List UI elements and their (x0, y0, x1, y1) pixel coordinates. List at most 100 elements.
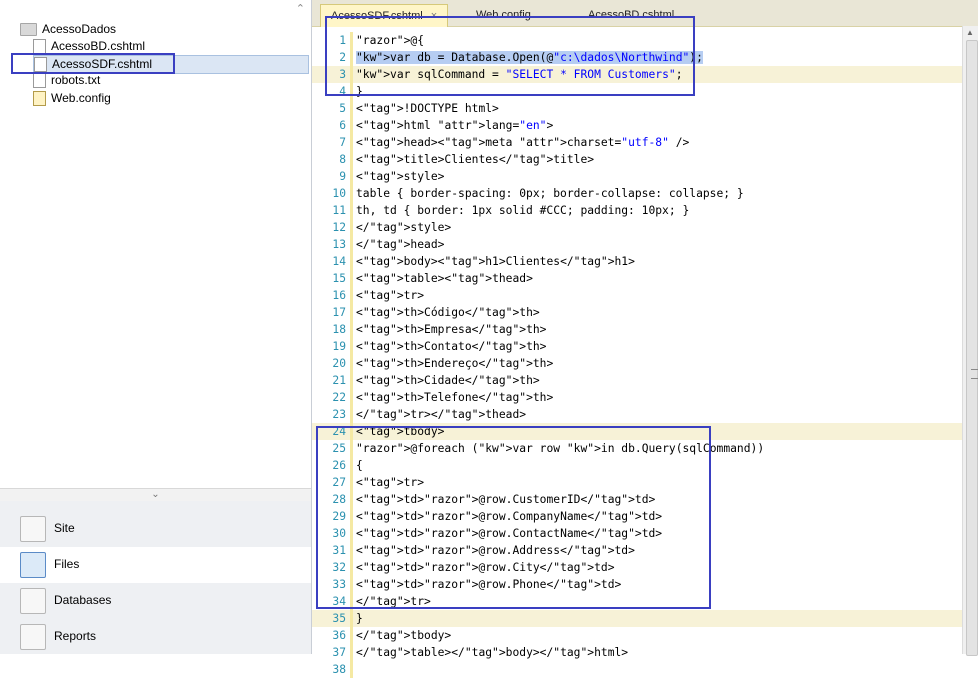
code-text: <"tag">body><"tag">h1>Clientes</"tag">h1… (356, 253, 635, 270)
code-line[interactable]: 36 </"tag">tbody> (312, 627, 962, 644)
change-marker (350, 168, 353, 185)
code-text: } (356, 610, 363, 627)
nav-item-label: Reports (54, 629, 97, 643)
change-marker (350, 644, 353, 661)
change-marker (350, 134, 353, 151)
code-text: <"tag">style> (356, 168, 444, 185)
nav-item-reports[interactable]: Reports (0, 619, 311, 655)
code-text: <"tag">!DOCTYPE html> (356, 100, 499, 117)
code-line[interactable]: 19 <"tag">th>Contato</"tag">th> (312, 338, 962, 355)
change-marker (350, 406, 353, 423)
code-text-content: <"tag">html "attr">lang="en"> (356, 119, 554, 132)
code-text-content: <"tag">th>Empresa</"tag">th> (356, 323, 547, 336)
code-text: <"tag">th>Empresa</"tag">th> (356, 321, 546, 338)
code-line[interactable]: 37 </"tag">table></"tag">body></"tag">htm… (312, 644, 962, 661)
annotation-box-foreach-loop (316, 426, 711, 609)
code-text: table { border-spacing: 0px; border-coll… (356, 185, 744, 202)
pane-splitter[interactable]: ⌄ (0, 488, 311, 502)
code-text: <"tag">table><"tag">thead> (356, 270, 533, 287)
code-line[interactable]: 15 <"tag">table><"tag">thead> (312, 270, 962, 287)
workspace-nav: Site Files Databases Reports (0, 501, 311, 654)
code-text-content: </"tag">tr></"tag">thead> (356, 408, 527, 421)
code-text-content: </"tag">head> (356, 238, 445, 251)
code-text-content: <"tag">style> (356, 170, 445, 183)
code-text: <"tag">th>Endereço</"tag">th> (356, 355, 553, 372)
code-text: <"tag">head><"tag">meta "attr">charset="… (356, 134, 689, 151)
code-line[interactable]: 35} (312, 610, 962, 627)
change-marker (350, 100, 353, 117)
code-line[interactable]: 21 <"tag">th>Cidade</"tag">th> (312, 372, 962, 389)
files-icon (20, 552, 46, 578)
line-number: 16 (332, 289, 346, 302)
file-explorer-pane: ⌃ AcessoDados AcessoBD.cshtml AcessoSDF.… (0, 0, 312, 654)
line-number: 22 (332, 391, 346, 404)
code-text: </"tag">tr></"tag">thead> (356, 406, 526, 423)
file-tree: ⌃ AcessoDados AcessoBD.cshtml AcessoSDF.… (0, 0, 311, 488)
nav-item-databases[interactable]: Databases (0, 583, 311, 619)
code-line[interactable]: 13 </"tag">head> (312, 236, 962, 253)
change-marker (350, 372, 353, 389)
line-number: 36 (332, 629, 346, 642)
tree-folder-acessodados[interactable]: AcessoDados (20, 21, 116, 38)
vertical-scrollbar[interactable]: ▲ (962, 26, 978, 656)
tree-file-robots[interactable]: robots.txt (33, 72, 100, 89)
databases-icon (20, 588, 46, 614)
line-number: 38 (332, 663, 346, 676)
code-line[interactable]: 10 table { border-spacing: 0px; border-co… (312, 185, 962, 202)
code-editor: AcessoSDF.cshtml × Web.config AcessoBD.cs… (312, 0, 978, 678)
line-number: 13 (332, 238, 346, 251)
line-number: 19 (332, 340, 346, 353)
code-line[interactable]: 6 <"tag">html "attr">lang="en"> (312, 117, 962, 134)
code-line[interactable]: 8 <"tag">title>Clientes</"tag">title> (312, 151, 962, 168)
line-number: 35 (332, 612, 346, 625)
code-line[interactable]: 38 (312, 661, 962, 678)
code-line[interactable]: 20 <"tag">th>Endereço</"tag">th> (312, 355, 962, 372)
code-text: </"tag">style> (356, 219, 451, 236)
code-text: <"tag">th>Telefone</"tag">th> (356, 389, 553, 406)
annotation-box-selected-file (11, 53, 175, 74)
code-text-content: <"tag">th>Endereço</"tag">th> (356, 357, 554, 370)
change-marker (350, 185, 353, 202)
change-marker (350, 117, 353, 134)
line-number: 9 (339, 170, 346, 183)
code-line[interactable]: 11 th, td { border: 1px solid #CCC; paddi… (312, 202, 962, 219)
code-text: </"tag">table></"tag">body></"tag">html> (356, 644, 628, 661)
folder-icon (20, 23, 37, 37)
chevron-down-icon: ⌄ (151, 489, 160, 500)
code-line[interactable]: 12 </"tag">style> (312, 219, 962, 236)
change-marker (350, 270, 353, 287)
code-line[interactable]: 22 <"tag">th>Telefone</"tag">th> (312, 389, 962, 406)
scroll-up-icon[interactable]: ▲ (966, 28, 974, 37)
scrollbar-thumb[interactable] (966, 40, 978, 656)
code-line[interactable]: 14 <"tag">body><"tag">h1>Clientes</"tag">… (312, 253, 962, 270)
line-number: 5 (339, 102, 346, 115)
code-text: <"tag">th>Contato</"tag">th> (356, 338, 546, 355)
line-number: 8 (339, 153, 346, 166)
nav-item-site[interactable]: Site (0, 511, 311, 547)
file-icon (33, 73, 46, 89)
tree-file-webconfig[interactable]: Web.config (33, 90, 111, 107)
tree-file-label: Web.config (51, 91, 111, 105)
code-text-content: <"tag">th>Telefone</"tag">th> (356, 391, 554, 404)
tree-folder-label: AcessoDados (42, 22, 117, 36)
code-text-content: } (356, 612, 363, 625)
config-file-icon (33, 91, 46, 107)
code-text: <"tag">html "attr">lang="en"> (356, 117, 553, 134)
code-line[interactable]: 23 </"tag">tr></"tag">thead> (312, 406, 962, 423)
code-line[interactable]: 16 <"tag">tr> (312, 287, 962, 304)
code-text-content: <"tag">th>Contato</"tag">th> (356, 340, 547, 353)
code-line[interactable]: 17 <"tag">th>Código</"tag">th> (312, 304, 962, 321)
nav-item-files[interactable]: Files (0, 547, 311, 583)
code-line[interactable]: 7 <"tag">head><"tag">meta "attr">charset=… (312, 134, 962, 151)
code-line[interactable]: 5 <"tag">!DOCTYPE html> (312, 100, 962, 117)
change-marker (350, 236, 353, 253)
code-line[interactable]: 18 <"tag">th>Empresa</"tag">th> (312, 321, 962, 338)
line-number: 15 (332, 272, 346, 285)
change-marker (350, 304, 353, 321)
line-number: 37 (332, 646, 346, 659)
line-number: 23 (332, 408, 346, 421)
code-line[interactable]: 9 <"tag">style> (312, 168, 962, 185)
code-text: <"tag">title>Clientes</"tag">title> (356, 151, 594, 168)
code-text: <"tag">tr> (356, 287, 424, 304)
collapse-chevron-icon[interactable]: ⌃ (296, 2, 305, 15)
